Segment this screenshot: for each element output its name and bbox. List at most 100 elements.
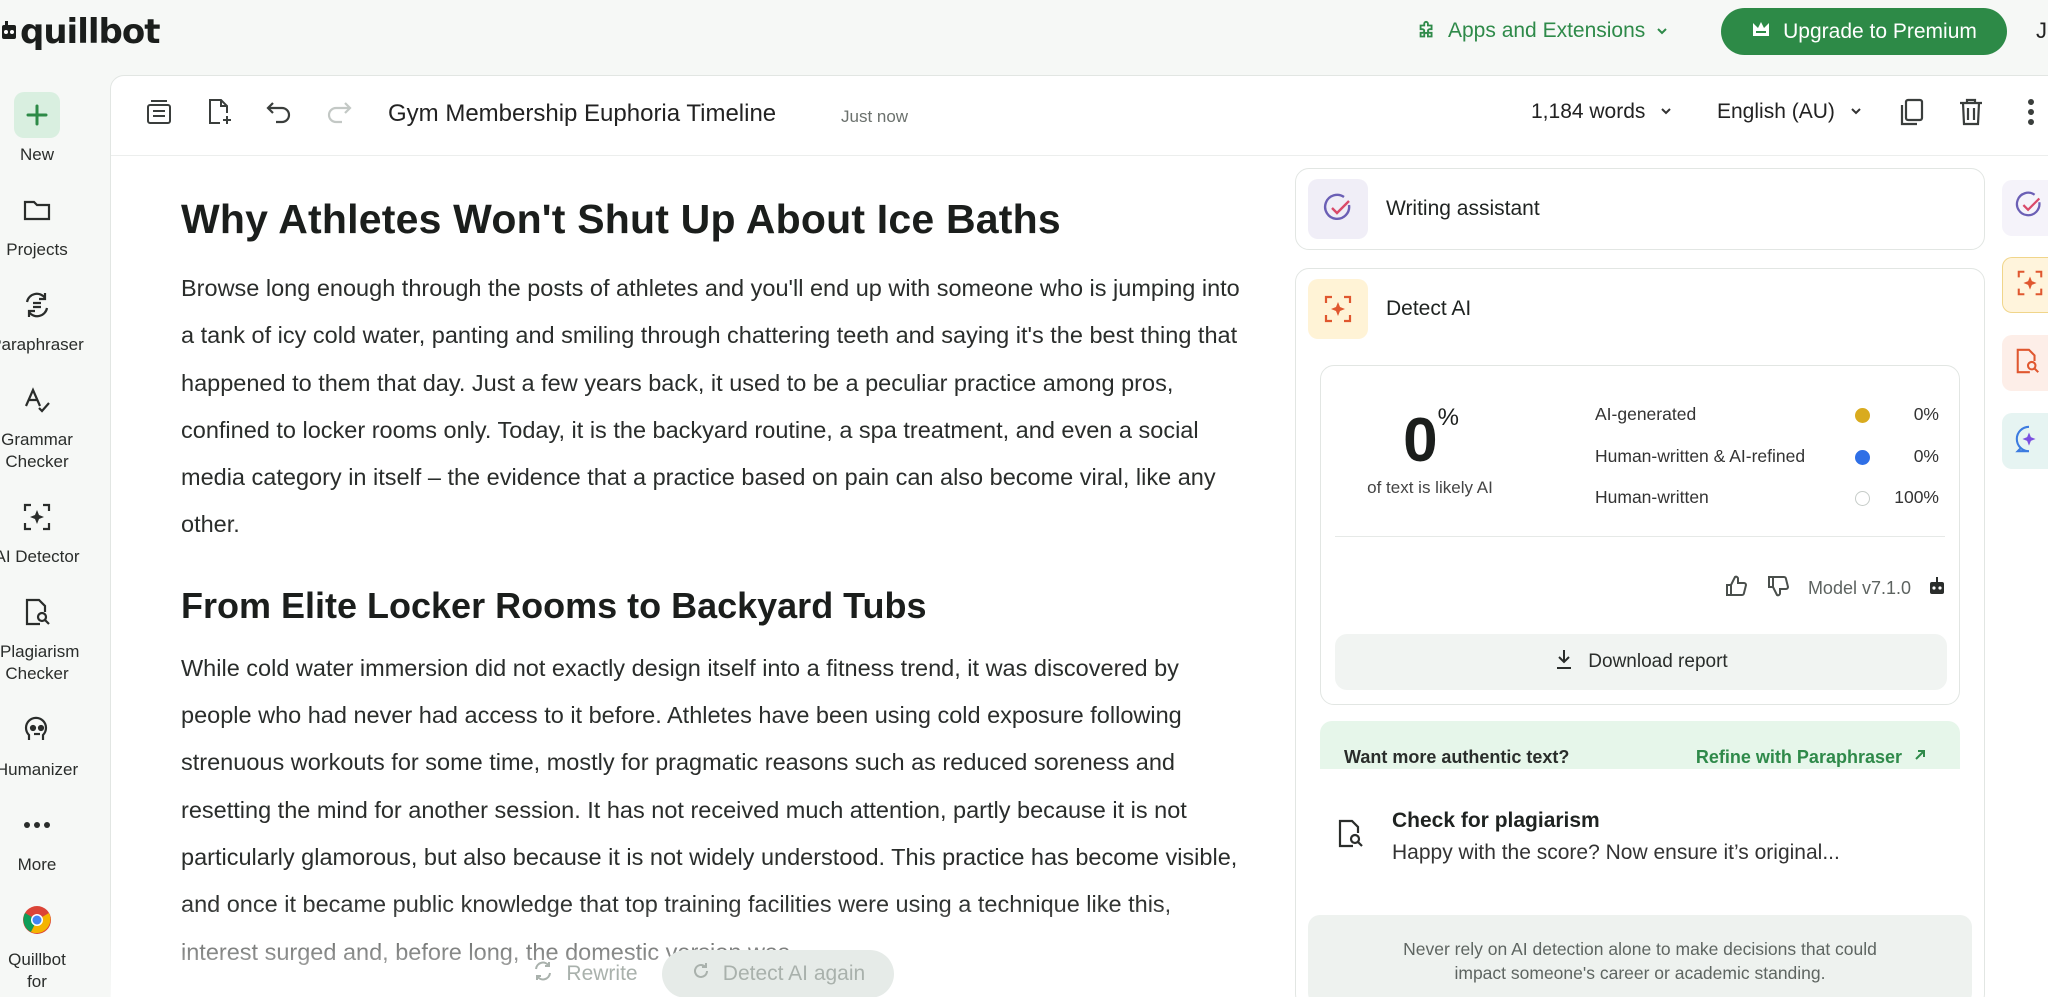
documents-list-button[interactable] — [141, 96, 177, 132]
rail-item-new[interactable]: New — [0, 92, 74, 166]
upgrade-to-premium-button[interactable]: Upgrade to Premium — [1721, 8, 2007, 55]
rail-item-quillbot-for-chrome[interactable]: Quillbot for Chrome — [0, 897, 74, 997]
grammar-icon — [14, 377, 60, 423]
editor-toolbar: Gym Membership Euphoria Timeline Just no… — [111, 76, 2048, 156]
rail-item-plagiarism-checker[interactable]: Plagiarism Checker — [0, 589, 80, 685]
rail-label: Paraphraser — [0, 335, 84, 354]
plagiarism-icon — [2014, 346, 2042, 381]
rail-item-projects[interactable]: Projects — [0, 187, 74, 261]
article-paragraph-1: Browse long enough through the posts of … — [181, 275, 1240, 538]
puzzle-icon — [1416, 20, 1438, 42]
plagiarism-icon — [14, 589, 60, 635]
strip-humanizer[interactable] — [2002, 413, 2048, 469]
rail-item-ai-detector[interactable]: AI Detector — [0, 494, 80, 568]
language-selector[interactable]: English (AU) — [1717, 100, 1863, 124]
rail-label: Projects — [6, 240, 68, 259]
upgrade-label: Upgrade to Premium — [1783, 19, 1977, 43]
rail-item-paraphraser[interactable]: Paraphraser — [0, 282, 84, 356]
refine-banner: Want more authentic text? Refine with Pa… — [1320, 721, 1960, 769]
strip-plagiarism[interactable] — [2002, 335, 2048, 391]
sparkle-chat-icon — [2014, 424, 2044, 459]
redo-icon — [325, 99, 353, 130]
document-body[interactable]: Why Athletes Won't Shut Up About Ice Bat… — [181, 196, 1241, 976]
document-stack-icon — [144, 97, 174, 132]
model-version: Model v7.1.0 — [1807, 578, 1911, 598]
logo-text: quillbot — [20, 12, 160, 52]
new-document-button[interactable] — [201, 96, 237, 132]
word-count-menu[interactable]: 1,184 words — [1531, 100, 1673, 124]
ai-detection-disclaimer: Never rely on AI detection alone to make… — [1308, 915, 1972, 997]
rail-label: Plagiarism Checker — [0, 642, 80, 683]
user-avatar[interactable]: J — [2036, 18, 2047, 44]
redo-button[interactable] — [321, 96, 357, 132]
strip-writing-assistant[interactable] — [2002, 180, 2048, 236]
detect-ai-panel: Detect AI 0% of text is likely AI AI-gen… — [1295, 268, 1985, 997]
apps-and-extensions-menu[interactable]: Apps and Extensions — [1416, 12, 1669, 50]
rail-label: New — [19, 145, 54, 164]
apps-label: Apps and Extensions — [1448, 19, 1646, 42]
legend-row: Human-written 100% — [1595, 479, 1939, 521]
quillbot-mark-icon — [0, 21, 18, 43]
detect-ai-again-label: Detect AI again — [722, 962, 866, 985]
trash-icon — [1958, 97, 1984, 132]
legend-row: AI-generated 0% — [1595, 396, 1939, 438]
rail-item-grammar-checker[interactable]: Grammar Checker — [0, 377, 74, 473]
crown-icon — [1751, 20, 1771, 44]
article-heading-1: Why Athletes Won't Shut Up About Ice Bat… — [181, 196, 1061, 242]
legend-value: 0% — [1913, 445, 1939, 466]
legend-value: 0% — [1913, 404, 1939, 424]
rail-label: More — [17, 855, 57, 874]
download-report-button[interactable]: Download report — [1335, 634, 1947, 690]
ai-score-legend: AI-generated 0% Human-written & AI-refin… — [1595, 396, 1939, 521]
more-options-button[interactable] — [2013, 96, 2048, 132]
download-label: Download report — [1588, 651, 1728, 672]
document-title[interactable]: Gym Membership Euphoria Timeline — [388, 100, 776, 128]
legend-label: Human-written & AI-refined — [1595, 445, 1806, 466]
rewrite-icon — [532, 960, 554, 988]
left-rail: New Projects Paraphraser Grammar Checker… — [0, 62, 84, 997]
ai-score-value: 0 — [1403, 406, 1438, 475]
refine-with-paraphraser-link[interactable]: Refine with Paraphraser — [1696, 747, 1928, 768]
quillbot-logo[interactable]: quillbot — [0, 8, 160, 56]
paraphraser-icon — [14, 282, 60, 328]
rail-item-more[interactable]: More — [0, 802, 74, 876]
delete-button[interactable] — [1953, 96, 1989, 132]
rail-label: Humanizer — [0, 760, 79, 779]
legend-row: Human-written & AI-refined 0% — [1595, 438, 1939, 480]
legend-dot — [1855, 449, 1870, 465]
humanizer-icon — [14, 707, 60, 753]
article-heading-2: From Elite Locker Rooms to Backyard Tubs — [181, 584, 927, 626]
ai-detector-icon — [14, 494, 60, 540]
check-circle-icon — [1308, 179, 1368, 239]
rail-label: AI Detector — [0, 547, 80, 566]
top-bar: quillbot Apps and Extensions Upgrade to … — [0, 0, 2048, 62]
legend-label: AI-generated — [1595, 404, 1697, 424]
plagiarism-title: Check for plagiarism — [1392, 809, 1600, 832]
undo-button[interactable] — [261, 96, 297, 132]
ai-score: 0% — [1356, 404, 1506, 476]
rewrite-button[interactable]: Rewrite — [510, 950, 660, 997]
ai-detector-icon — [1308, 279, 1368, 339]
copy-button[interactable] — [1893, 96, 1929, 132]
legend-dot — [1855, 491, 1870, 506]
detect-ai-title: Detect AI — [1386, 297, 1472, 320]
ai-detector-icon — [2015, 268, 2045, 303]
writing-assistant-panel[interactable]: Writing assistant — [1295, 168, 1985, 250]
language-label: English (AU) — [1717, 100, 1835, 123]
detect-ai-again-button[interactable]: Detect AI again — [662, 950, 894, 997]
chevron-down-icon — [1655, 24, 1669, 38]
thumbs-down-icon[interactable] — [1766, 574, 1790, 603]
strip-detect-ai[interactable] — [2002, 257, 2048, 313]
undo-icon — [265, 99, 293, 130]
copy-icon — [1897, 97, 1925, 132]
thumbs-up-icon[interactable] — [1724, 574, 1748, 603]
chevron-down-icon — [1659, 100, 1673, 124]
chrome-icon — [14, 897, 60, 943]
ai-score-caption: of text is likely AI — [1367, 478, 1493, 497]
plus-icon — [14, 92, 60, 138]
ai-score-box: 0% of text is likely AI AI-generated 0% … — [1320, 365, 1960, 705]
refine-question: Want more authentic text? — [1344, 747, 1570, 767]
plagiarism-subtitle: Happy with the score? Now ensure it’s or… — [1392, 841, 1840, 864]
rail-item-humanizer[interactable]: Humanizer — [0, 707, 78, 781]
check-for-plagiarism-card[interactable]: Check for plagiarism Happy with the scor… — [1336, 809, 1956, 879]
